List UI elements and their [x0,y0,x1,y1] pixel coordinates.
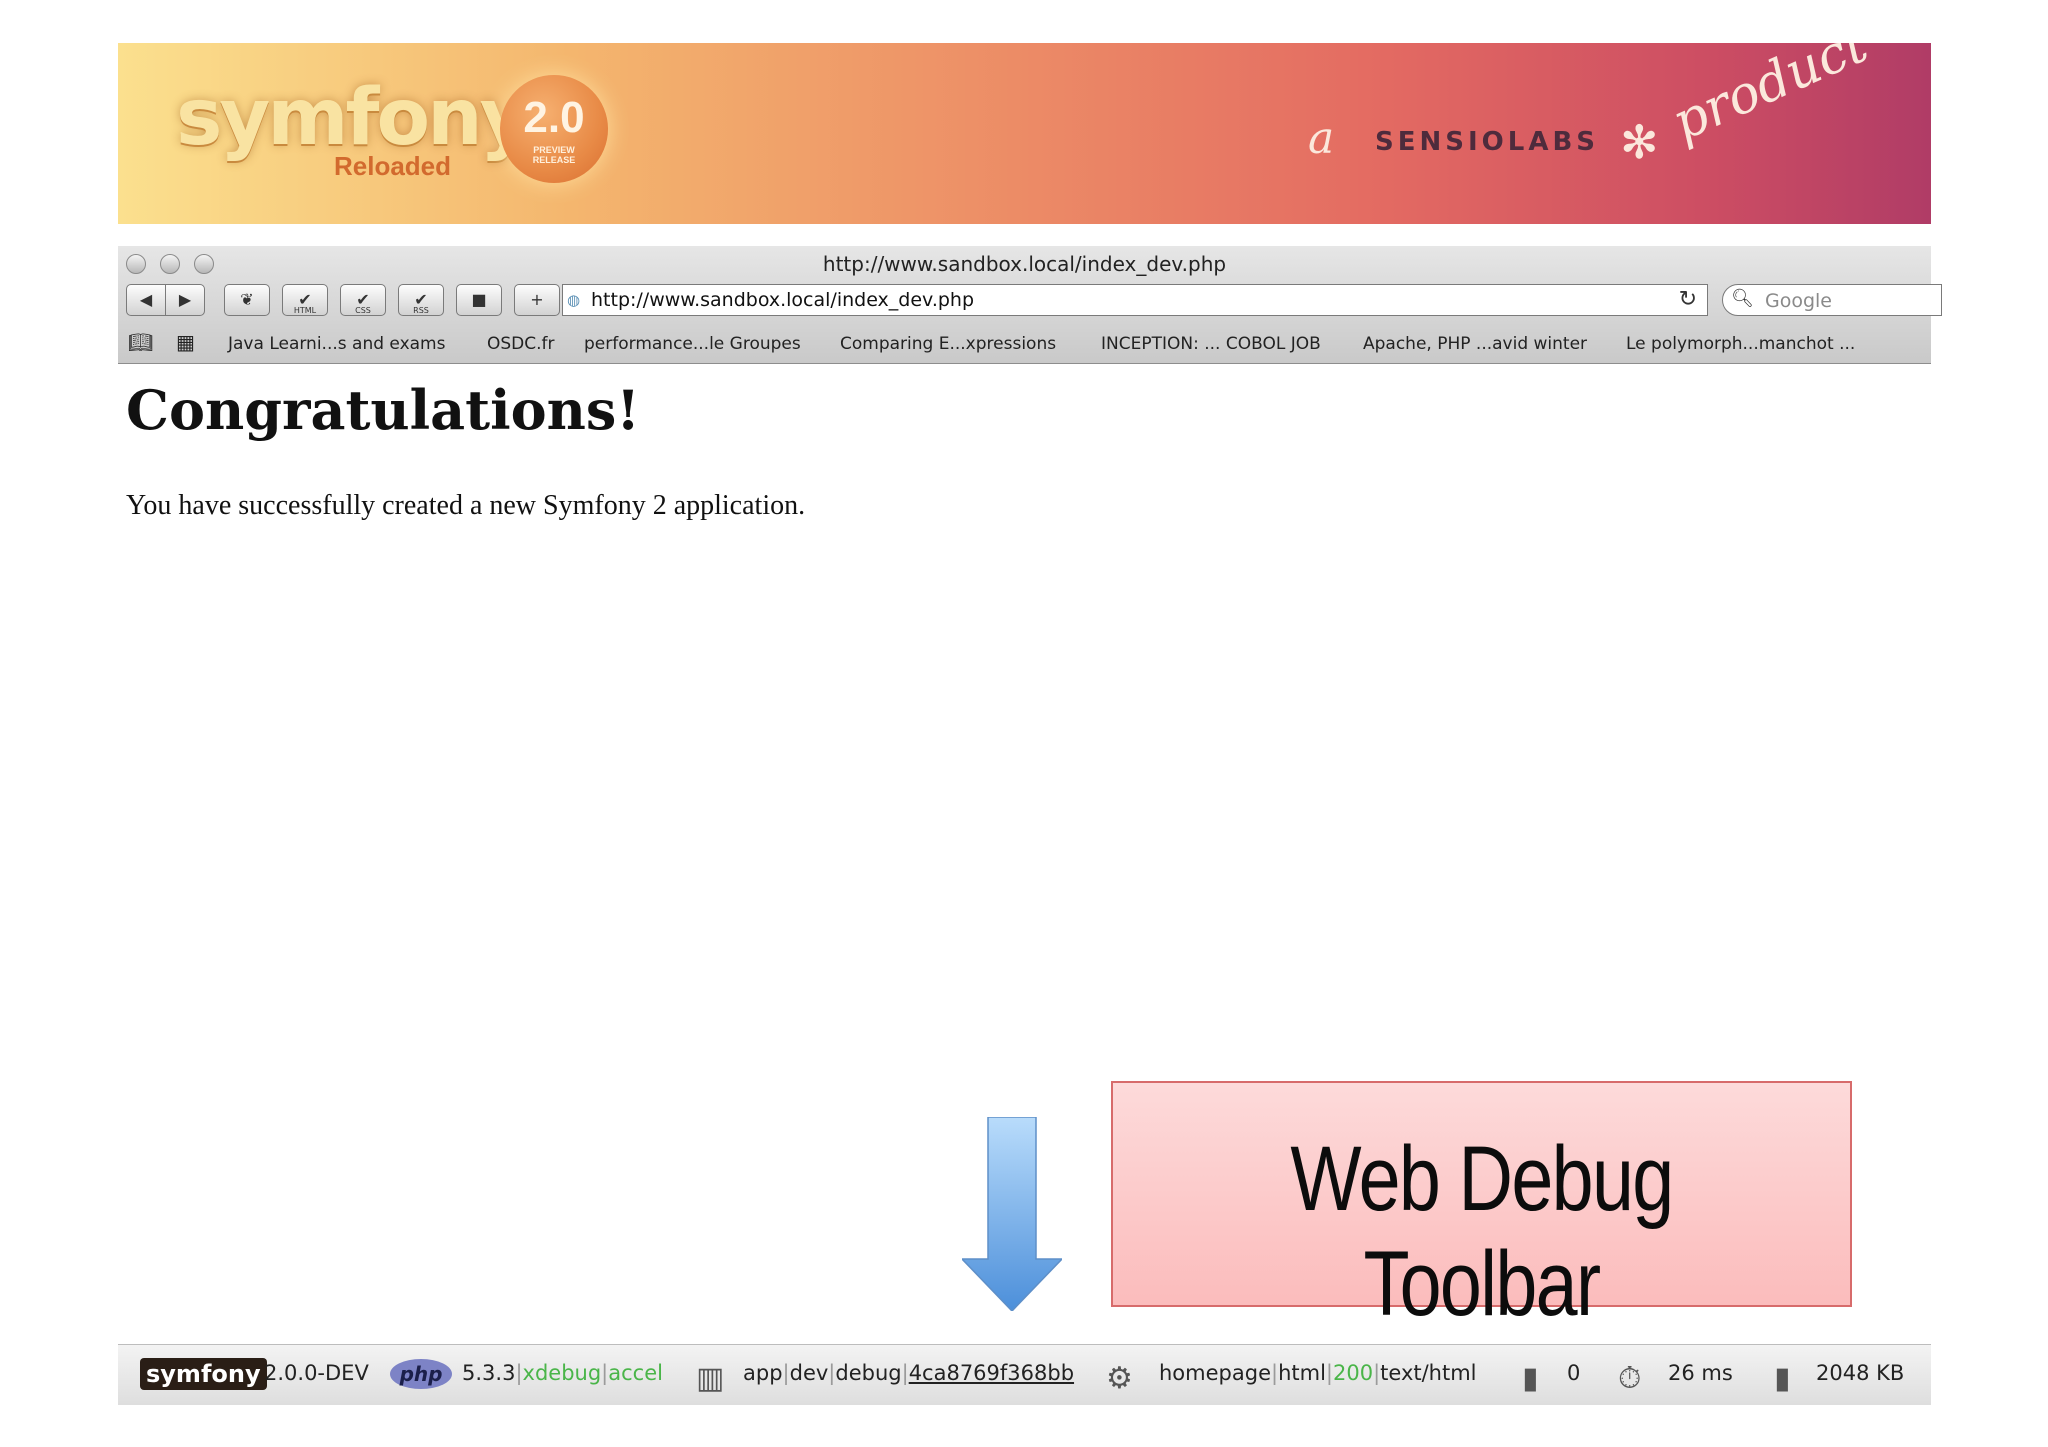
bookmark-item[interactable]: Comparing E...xpressions [840,334,1056,354]
symfony-banner: symfony Reloaded 2.0 PREVIEW RELEASE a S… [118,43,1931,224]
bookmark-item[interactable]: Apache, PHP ...avid winter [1363,334,1587,354]
sensiolabs-star-icon: ✻ [1620,115,1659,169]
request-time[interactable]: 26 ms [1668,1361,1733,1385]
window-title: http://www.sandbox.local/index_dev.php [822,252,1227,276]
address-bar[interactable]: ◍ http://www.sandbox.local/index_dev.php… [562,284,1708,316]
site-favicon-icon: ◍ [567,291,581,309]
version-badge: 2.0 PREVIEW RELEASE [500,75,608,183]
back-arrow-icon: ◀ [139,290,153,309]
add-bookmark-button[interactable]: + [514,284,560,316]
symfony-version: 2.0.0-DEV [264,1361,369,1385]
symfony-logo[interactable]: symfony [140,1358,267,1390]
css-validate-button[interactable]: ✔ CSS [340,284,386,316]
reload-icon[interactable]: ↻ [1679,287,1697,312]
leaf-icon: ❦ [240,290,254,309]
screen-icon: ■ [471,290,487,309]
environment: dev [789,1361,829,1385]
browser-window-chrome: http://www.sandbox.local/index_dev.php ◀… [118,246,1942,364]
window-titlebar: http://www.sandbox.local/index_dev.php [118,246,1931,278]
status-code: 200 [1332,1361,1374,1385]
app-name: app [743,1361,783,1385]
back-button[interactable]: ◀ [126,284,166,316]
php-logo[interactable]: php [390,1359,452,1389]
accel-extension: accel [608,1361,663,1385]
config-sliders-icon: ▥ [696,1361,725,1396]
leaf-button[interactable]: ❦ [224,284,270,316]
address-bar-url[interactable]: http://www.sandbox.local/index_dev.php [591,289,974,311]
page-body-text: You have successfully created a new Symf… [126,490,806,521]
screen-button[interactable]: ■ [456,284,502,316]
tagline-a: a [1308,113,1335,164]
callout-label: Web Debug Toolbar [1290,1128,1674,1335]
badge-version: 2.0 [523,93,585,142]
plus-icon: + [530,290,544,309]
search-field[interactable]: 🔍︎ Google [1722,284,1942,316]
html-validate-button[interactable]: ✔ HTML [282,284,328,316]
xdebug-extension: xdebug [522,1361,602,1385]
request-format: html [1278,1361,1326,1385]
debug-mode: debug [835,1361,902,1385]
bookmark-item[interactable]: INCEPTION: ... COBOL JOB [1101,334,1321,354]
bookmark-item[interactable]: performance...le Groupes [584,334,801,354]
css-label: CSS [355,306,371,315]
database-icon: ▮ [1522,1361,1539,1396]
symfony-logo-subtitle: Reloaded [334,151,452,181]
bookmark-item[interactable]: Java Learni...s and exams [228,334,445,354]
forward-arrow-icon: ▶ [178,290,192,309]
html-label: HTML [293,306,317,315]
memory-icon: ▮ [1774,1361,1791,1396]
memory-usage[interactable]: 2048 KB [1816,1361,1904,1385]
badge-subtitle: PREVIEW RELEASE [500,145,608,165]
route-name: homepage [1159,1361,1271,1385]
web-debug-toolbar: symfony 2.0.0-DEV php 5.3.3|xdebug|accel… [118,1344,1931,1405]
bookmarks-bar: 📖︎ ▦ Java Learni...s and exams OSDC.fr p… [118,326,1931,360]
tagline-product: product [1663,43,1877,154]
bookmark-item[interactable]: OSDC.fr [487,334,555,354]
down-arrow-icon [962,1117,1062,1311]
symfony-logo-word: symfony [176,73,530,163]
bookmarks-book-icon[interactable]: 📖︎ [128,330,153,354]
profiler-token-link[interactable]: 4ca8769f368bb [909,1361,1074,1385]
php-version-info: 5.3.3|xdebug|accel [462,1361,663,1385]
top-sites-grid-icon[interactable]: ▦ [176,330,195,354]
bookmark-item[interactable]: Le polymorph...manchot ... [1626,334,1855,354]
badge-line-2: RELEASE [532,155,576,165]
page-title: Congratulations! [126,378,641,442]
search-icon: 🔍︎ [1731,288,1754,309]
rss-label: RSS [413,306,429,315]
badge-line-1: PREVIEW [533,145,575,155]
db-query-count[interactable]: 0 [1567,1361,1580,1385]
php-version: 5.3.3 [462,1361,516,1385]
forward-button[interactable]: ▶ [165,284,205,316]
rss-validate-button[interactable]: ✔ RSS [398,284,444,316]
content-type: text/html [1380,1361,1477,1385]
sensiolabs-logo: SENSIOLABS [1375,127,1599,157]
app-info[interactable]: app|dev|debug|4ca8769f368bb [743,1361,1074,1385]
request-info[interactable]: homepage|html|200|text/html [1159,1361,1477,1385]
search-placeholder: Google [1765,290,1833,312]
stopwatch-icon: ⏱ [1618,1361,1642,1396]
gear-icon: ⚙ [1106,1361,1133,1396]
browser-toolbar: ◀ ▶ ❦ ✔ HTML ✔ CSS ✔ RSS ■ + ◍ http://www.s… [118,284,1942,320]
web-debug-toolbar-callout: Web Debug Toolbar [1111,1081,1852,1335]
